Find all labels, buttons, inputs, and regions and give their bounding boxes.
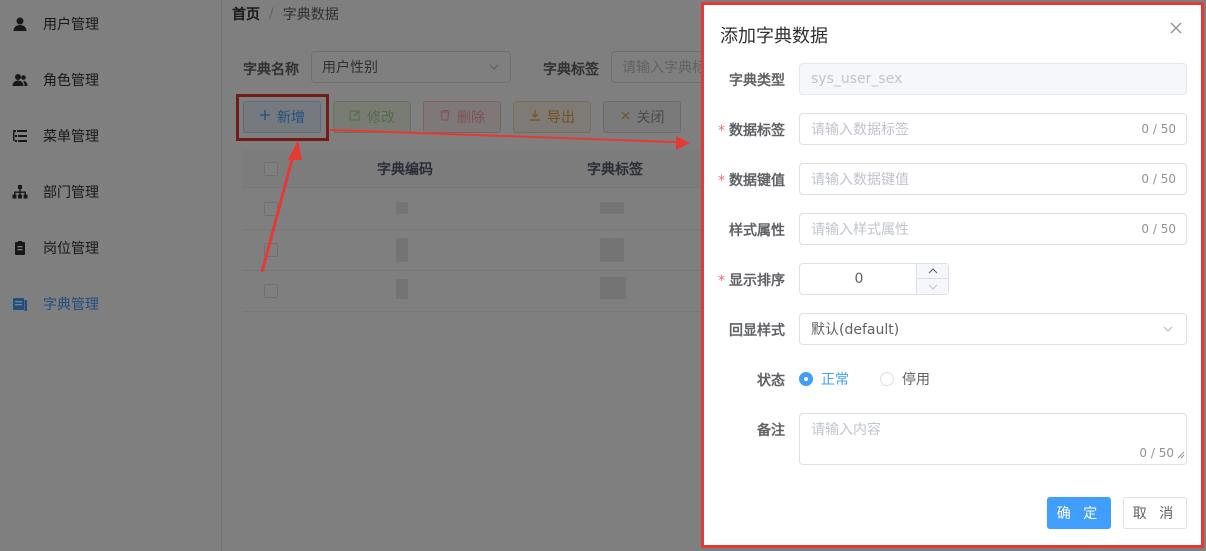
data-label-placeholder: 请输入数据标签 [811, 122, 909, 138]
status-label: 状态 [757, 373, 785, 389]
confirm-button[interactable]: 确 定 [1047, 497, 1111, 529]
required-mark: * [718, 173, 725, 189]
list-class-value: 默认(default) [811, 322, 900, 338]
css-class-label: 样式属性 [729, 223, 785, 239]
radio-unchecked-icon [880, 372, 894, 386]
char-counter: 0 / 50 [1141, 222, 1176, 236]
sort-label: * 显示排序 [718, 273, 785, 289]
dict-type-value: sys_user_sex [811, 71, 903, 87]
remark-label: 备注 [757, 423, 785, 439]
char-counter: 0 / 50 [1139, 446, 1174, 460]
data-value-label: * 数据键值 [718, 173, 785, 189]
close-icon[interactable] [1167, 19, 1185, 37]
remark-textarea[interactable]: 请输入内容 0 / 50 [799, 413, 1187, 465]
required-mark: * [718, 273, 725, 289]
radio-label: 停用 [902, 372, 930, 388]
data-label-label: * 数据标签 [718, 123, 785, 139]
status-radio-normal[interactable]: 正常 [799, 369, 849, 389]
css-class-input[interactable]: 请输入样式属性 0 / 50 [799, 213, 1187, 245]
status-radio-disabled[interactable]: 停用 [880, 369, 930, 389]
dict-type-input: sys_user_sex [799, 63, 1187, 95]
resize-handle-icon[interactable] [1177, 447, 1185, 463]
sort-number-input[interactable]: 0 [799, 263, 949, 295]
add-dict-data-dialog: 添加字典数据 字典类型 sys_user_sex * 数据标签 请输入数据标签 0… [701, 2, 1204, 548]
chevron-down-icon [928, 279, 938, 295]
radio-label: 正常 [821, 372, 849, 388]
dict-type-label: 字典类型 [729, 73, 785, 89]
data-label-input[interactable]: 请输入数据标签 0 / 50 [799, 113, 1187, 145]
list-class-label: 回显样式 [729, 323, 785, 339]
css-class-placeholder: 请输入样式属性 [811, 222, 909, 238]
chevron-down-icon [1162, 323, 1174, 339]
chevron-up-icon [928, 263, 938, 279]
data-value-input[interactable]: 请输入数据键值 0 / 50 [799, 163, 1187, 195]
dialog-title: 添加字典数据 [720, 26, 828, 47]
list-class-select[interactable]: 默认(default) [799, 313, 1187, 345]
cancel-button[interactable]: 取 消 [1123, 497, 1187, 529]
sort-value[interactable]: 0 [800, 264, 918, 294]
data-value-placeholder: 请输入数据键值 [811, 172, 909, 188]
remark-placeholder: 请输入内容 [811, 422, 881, 438]
radio-checked-icon [799, 372, 813, 386]
increase-button[interactable] [917, 264, 948, 279]
char-counter: 0 / 50 [1141, 172, 1176, 186]
decrease-button[interactable] [917, 279, 948, 294]
required-mark: * [718, 123, 725, 139]
stepper-buttons [916, 264, 948, 294]
char-counter: 0 / 50 [1141, 122, 1176, 136]
